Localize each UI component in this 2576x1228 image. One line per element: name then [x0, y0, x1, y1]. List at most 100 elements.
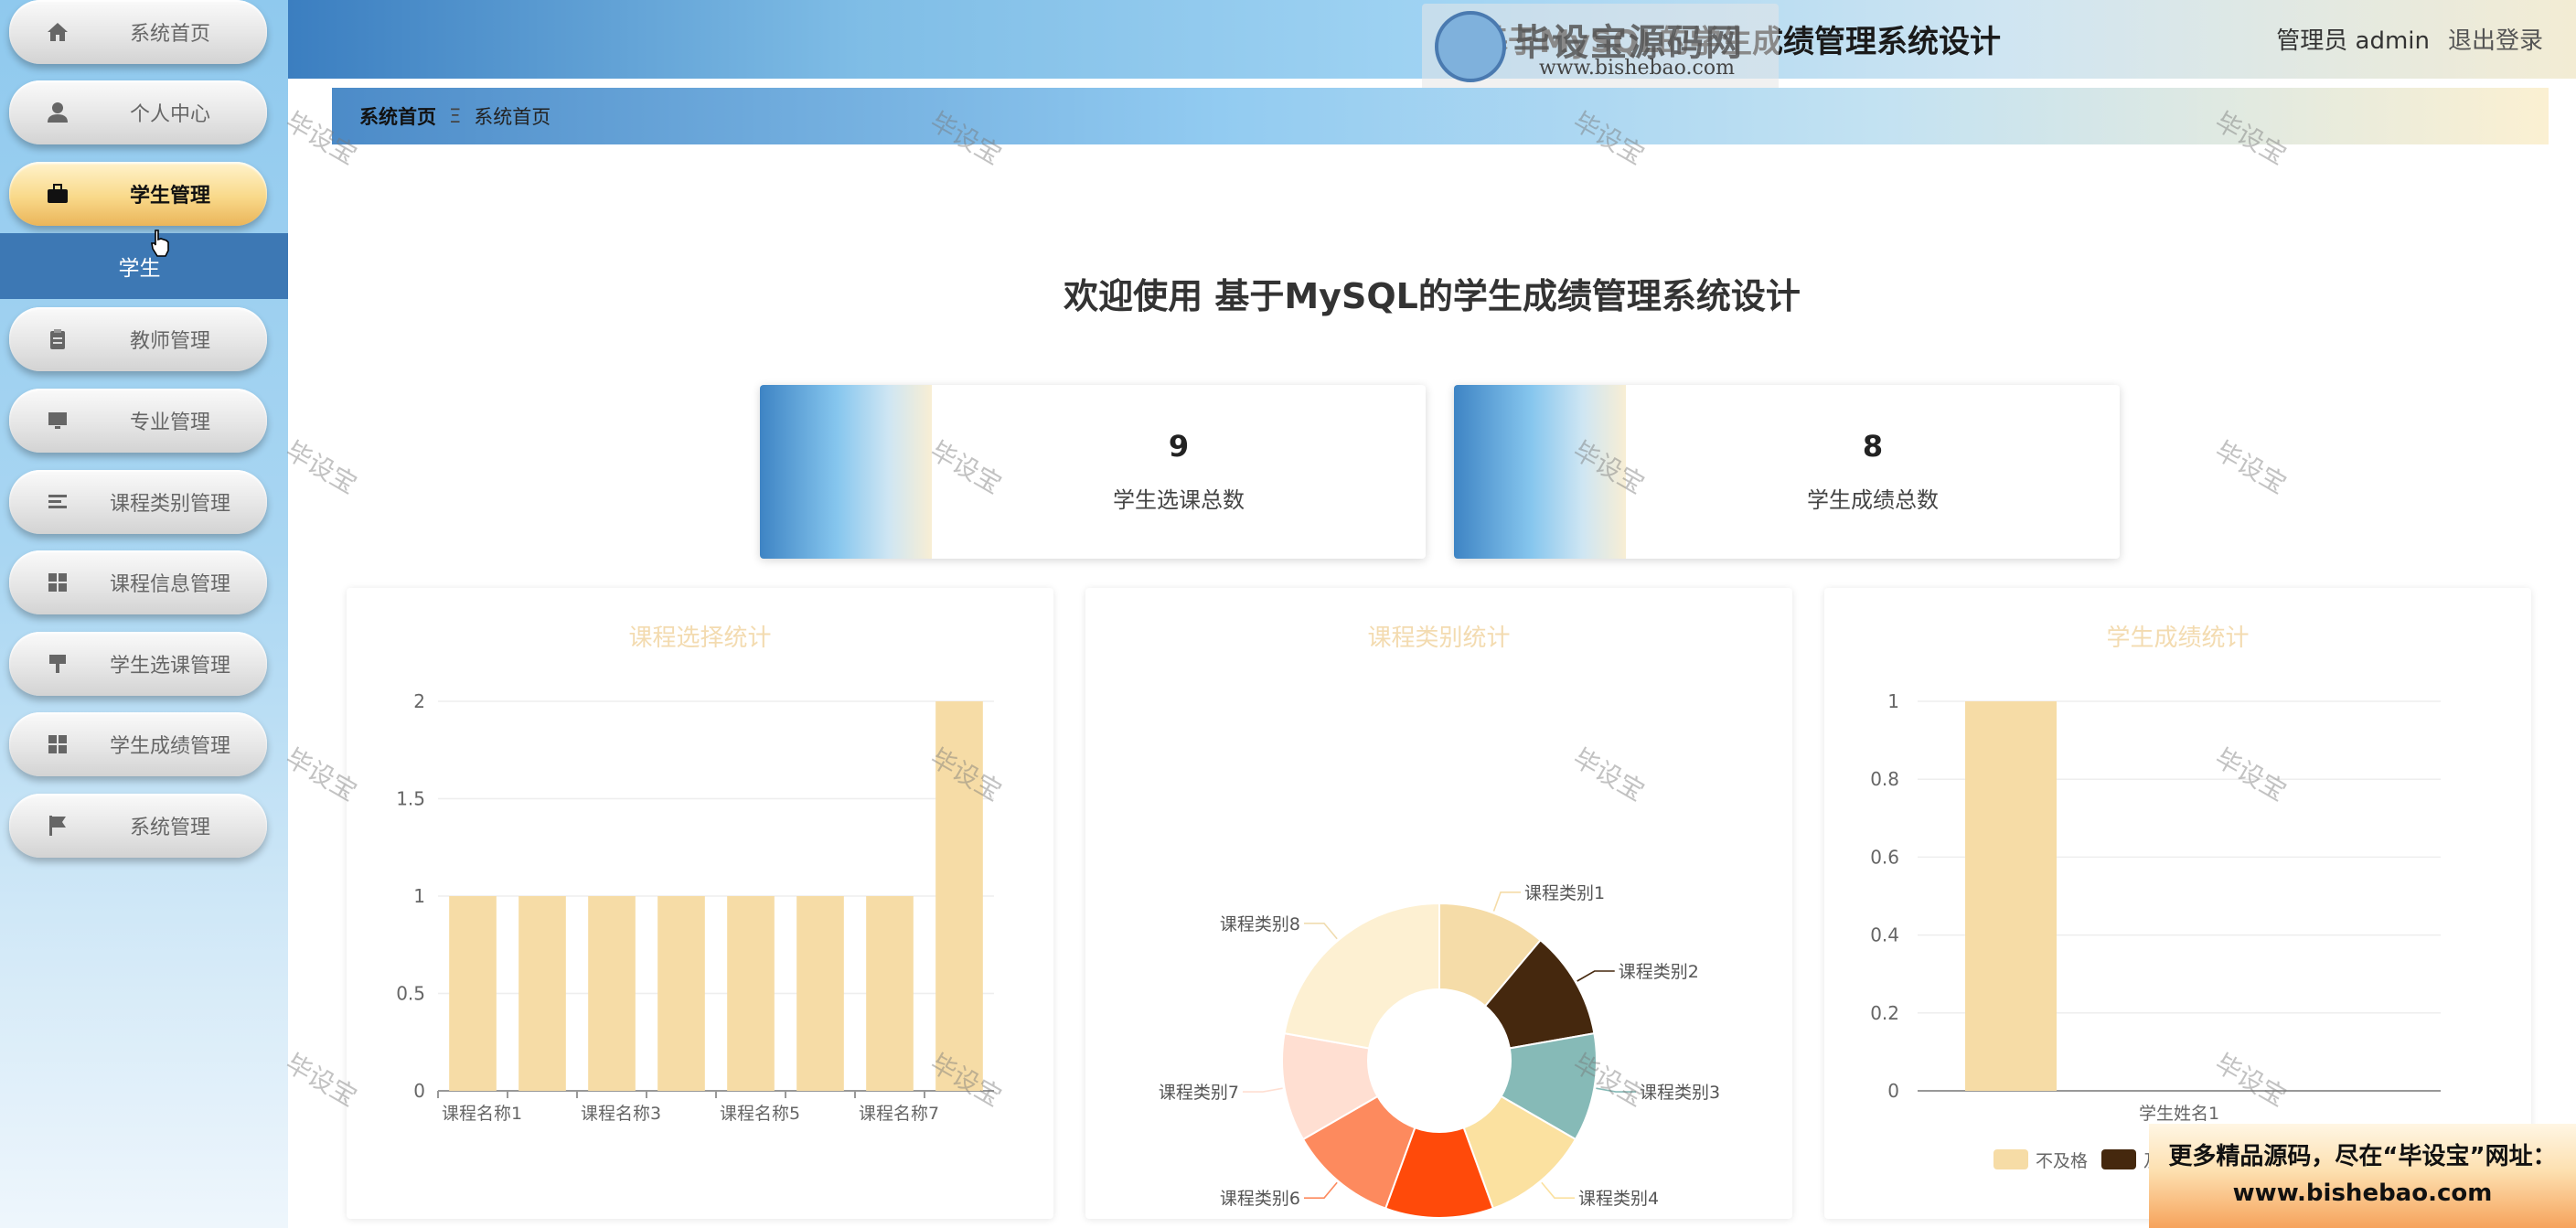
logout-link[interactable]: 退出登录 — [2448, 22, 2543, 56]
sidebar-item-label: 系统管理 — [129, 817, 210, 839]
breadcrumb-home-link[interactable]: 系统首页 — [359, 102, 436, 130]
slice-leader-line — [1304, 923, 1338, 940]
welcome-heading: 欢迎使用 基于MySQL的学生成绩管理系统设计 — [1064, 276, 1801, 316]
sidebar-item-3[interactable]: 学生管理 — [9, 162, 267, 226]
slice-label: 课程类别1 — [1524, 883, 1605, 903]
sidebar-item-label: 学生选课管理 — [109, 655, 230, 678]
slice-label: 课程类别8 — [1220, 914, 1300, 934]
sidebar-item-label: 专业管理 — [129, 411, 210, 434]
x-tick-label: 课程名称7 — [859, 1104, 939, 1124]
user-area: 管理员 admin 退出登录 — [2276, 22, 2543, 56]
ad-banner-line1: 更多精品源码，尽在“毕设宝”网址： — [2168, 1143, 2557, 1170]
sidebar-item-2[interactable]: 个人中心 — [9, 80, 267, 144]
ad-banner-line2: www.bishebao.com — [2232, 1180, 2493, 1207]
bar-6 — [796, 896, 844, 1091]
sidebar-item-label: 课程类别管理 — [109, 493, 230, 516]
slice-label: 课程类别3 — [1640, 1083, 1720, 1103]
breadcrumb-current: 系统首页 — [474, 106, 551, 128]
legend-label: 不及格 — [2036, 1151, 2088, 1171]
y-tick-label: 0 — [1887, 1080, 1899, 1102]
y-tick-label: 0.6 — [1870, 846, 1899, 868]
watermark-text: 毕设宝 — [2209, 435, 2292, 500]
x-tick-label: 学生姓名1 — [2139, 1104, 2219, 1124]
stat-label: 学生成绩总数 — [1807, 487, 1939, 513]
y-tick-label: 0.8 — [1870, 768, 1899, 790]
sidebar-item-label: 系统首页 — [129, 23, 210, 46]
stat-value: 9 — [1168, 429, 1190, 464]
chart-card-course-category: 课程类别统计 课程类别1课程类别2课程类别3课程类别4课程类别5课程类别6课程类… — [1085, 588, 1792, 1219]
logo-circle-icon — [1435, 11, 1506, 82]
sidebar-item-6[interactable]: 课程类别管理 — [9, 470, 267, 534]
list-icon — [46, 490, 69, 514]
stat-card-course-selection: 9 学生选课总数 — [760, 385, 1426, 559]
legend-swatch — [1993, 1149, 2028, 1169]
stat-value: 8 — [1862, 429, 1884, 464]
sidebar-item-label: 个人中心 — [129, 103, 210, 126]
x-tick-label: 课程名称3 — [581, 1104, 661, 1124]
slice-leader-line — [1577, 970, 1615, 982]
course-selection-bar-chart: 0 0.5 1 1.5 2 课程名称1 课程名称3 课程名称5 课程名称7 — [396, 690, 994, 1124]
bar-2 — [518, 896, 566, 1091]
y-tick-label: 0 — [413, 1080, 425, 1102]
stat-card-band — [1454, 385, 1626, 559]
y-tick-label: 0.4 — [1870, 924, 1899, 946]
x-tick-label: 课程名称5 — [720, 1104, 800, 1124]
stat-label: 学生选课总数 — [1113, 487, 1245, 513]
grid-icon — [46, 571, 69, 594]
submenu-item-student[interactable]: 学生 — [0, 233, 288, 299]
clipboard-icon — [46, 327, 69, 351]
x-tick-label: 课程名称1 — [442, 1104, 522, 1124]
slice-leader-line — [1596, 1087, 1637, 1093]
monitor-icon — [46, 409, 69, 432]
breadcrumb-separator: Ξ — [449, 105, 462, 127]
top-header: 基于MySQL的学生成绩管理系统设计 毕设宝源码网 www.bishebao.c… — [288, 0, 2576, 93]
chart-card-course-selection: 课程选择统计 0 0.5 1 1.5 2 课程名称1 课程名称3 课程名称5 课程名称7 — [347, 588, 1053, 1219]
legend-swatch — [2101, 1149, 2136, 1169]
sidebar-item-4[interactable]: 教师管理 — [9, 307, 267, 371]
watermark-logo: 毕设宝源码网 www.bishebao.com — [1422, 4, 1779, 93]
stat-card-band — [760, 385, 932, 559]
y-tick-label: 1 — [413, 885, 425, 907]
sidebar-item-label: 学生管理 — [129, 185, 210, 208]
sidebar-item-1[interactable]: 系统首页 — [9, 0, 267, 64]
slice-8 — [1283, 902, 1440, 1050]
slice-leader-line — [1492, 892, 1522, 912]
y-tick-label: 2 — [413, 690, 425, 712]
sidebar-item-9[interactable]: 学生成绩管理 — [9, 712, 267, 776]
watermark-text: 毕设宝 — [280, 435, 362, 500]
bar-4 — [657, 896, 705, 1091]
logo-url: www.bishebao.com — [1539, 57, 1735, 80]
bar-5 — [727, 896, 775, 1091]
sidebar-item-label: 教师管理 — [129, 330, 210, 353]
home-icon — [46, 20, 69, 44]
sidebar-item-7[interactable]: 课程信息管理 — [9, 550, 267, 614]
briefcase-icon — [46, 182, 69, 206]
brush-icon — [46, 652, 69, 676]
grid-icon — [46, 732, 69, 756]
mouse-cursor-icon — [151, 230, 169, 257]
user-label: 管理员 admin — [2276, 27, 2430, 55]
ad-banner[interactable]: 更多精品源码，尽在“毕设宝”网址： www.bishebao.com — [2149, 1124, 2576, 1228]
stat-card-score-total: 8 学生成绩总数 — [1454, 385, 2120, 559]
sidebar-item-8[interactable]: 学生选课管理 — [9, 632, 267, 696]
sidebar-item-10[interactable]: 系统管理 — [9, 794, 267, 858]
bar-1 — [449, 896, 497, 1091]
y-tick-label: 1.5 — [396, 788, 425, 810]
breadcrumb: 系统首页 Ξ 系统首页 — [332, 88, 2549, 144]
y-tick-label: 0.2 — [1870, 1002, 1899, 1024]
slice-label: 课程类别2 — [1619, 962, 1699, 982]
slice-label: 课程类别7 — [1159, 1083, 1239, 1103]
bar-7 — [866, 896, 914, 1091]
user-icon — [46, 101, 69, 124]
bar-不及格 — [1965, 701, 2057, 1091]
bar-3 — [588, 896, 636, 1091]
course-category-donut-chart: 课程类别1课程类别2课程类别3课程类别4课程类别5课程类别6课程类别7课程类别8 — [1159, 883, 1720, 1219]
y-tick-label: 0.5 — [396, 983, 425, 1005]
slice-leader-line — [1304, 1181, 1338, 1199]
slice-label: 课程类别6 — [1220, 1189, 1300, 1209]
sidebar-item-5[interactable]: 专业管理 — [9, 389, 267, 453]
flag-icon — [46, 814, 69, 838]
slice-label: 课程类别4 — [1578, 1189, 1659, 1209]
y-tick-label: 1 — [1887, 690, 1899, 712]
sidebar-item-label: 课程信息管理 — [109, 573, 230, 596]
